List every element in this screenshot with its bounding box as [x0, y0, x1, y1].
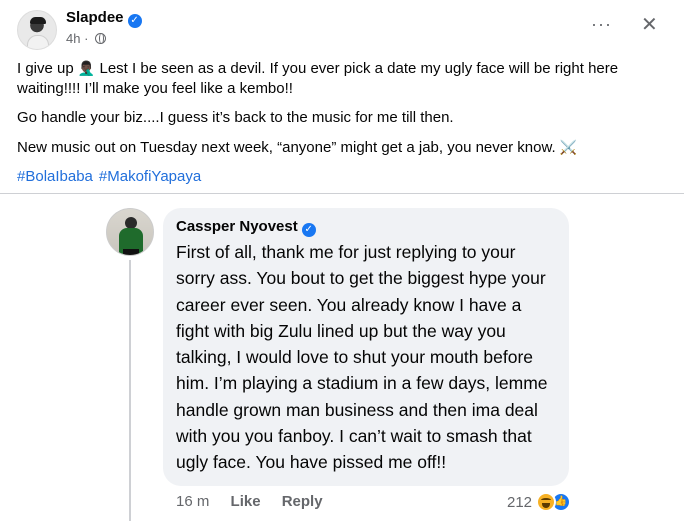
verified-icon: ✓ — [301, 223, 316, 237]
commenter-name[interactable]: Cassper Nyovest ✓ — [176, 217, 556, 237]
post: Slapdee ✓ 4h · ··· ✕ I give up 🤦🏿‍♂️ Lest… — [0, 0, 684, 193]
post-text-1b: Lest I be seen as a devil. If you ever p… — [17, 60, 619, 97]
commenter-avatar[interactable] — [106, 208, 154, 256]
like-button[interactable]: Like — [231, 493, 261, 510]
more-options-icon[interactable]: ··· — [591, 14, 612, 35]
avatar-torso — [27, 35, 49, 49]
reply-button[interactable]: Reply — [282, 493, 323, 510]
facepalm-emoji-icon: 🤦🏿‍♂️ — [77, 60, 96, 76]
crossed-swords-emoji-icon: ⚔️ — [559, 139, 578, 155]
post-paragraph-1: I give up 🤦🏿‍♂️ Lest I be seen as a devi… — [17, 58, 667, 99]
comment-time[interactable]: 16 m — [176, 493, 209, 510]
author-avatar[interactable] — [17, 10, 57, 50]
post-text-1a: I give up — [17, 60, 74, 77]
comment-actions: 16 m Like Reply — [176, 493, 340, 510]
post-paragraph-3: New music out on Tuesday next week, “any… — [17, 137, 667, 158]
post-text-3a: New music out on Tuesday next week, “any… — [17, 139, 556, 156]
globe-icon — [95, 33, 107, 44]
close-icon[interactable]: ✕ — [641, 12, 658, 37]
reaction-count[interactable]: 212 — [507, 494, 532, 511]
haha-icon — [536, 492, 557, 512]
section-divider — [0, 193, 684, 194]
avatar-cap — [30, 17, 46, 24]
post-time[interactable]: 4h — [66, 31, 80, 46]
comment-bubble: Cassper Nyovest ✓ First of all, thank me … — [163, 208, 569, 486]
thread-line — [129, 260, 131, 521]
avatar-legs — [123, 249, 139, 255]
comment-text: First of all, thank me for just replying… — [176, 242, 548, 473]
post-body: I give up 🤦🏿‍♂️ Lest I be seen as a devi… — [17, 58, 667, 196]
post-meta: 4h · — [66, 31, 107, 46]
hashtag-link[interactable]: #MakofiYapaya — [99, 168, 201, 185]
post-paragraph-2: Go handle your biz....I guess it’s back … — [17, 109, 454, 126]
verified-icon: ✓ — [127, 14, 142, 28]
post-author[interactable]: Slapdee ✓ — [66, 9, 142, 28]
reaction-summary[interactable]: 212 👍 — [507, 491, 572, 513]
commenter-name-text[interactable]: Cassper Nyovest — [176, 218, 298, 235]
hashtags: #BolaIbaba #MakofiYapaya — [17, 167, 667, 187]
post-author-name[interactable]: Slapdee — [66, 9, 124, 26]
hashtag-link[interactable]: #BolaIbaba — [17, 168, 93, 185]
